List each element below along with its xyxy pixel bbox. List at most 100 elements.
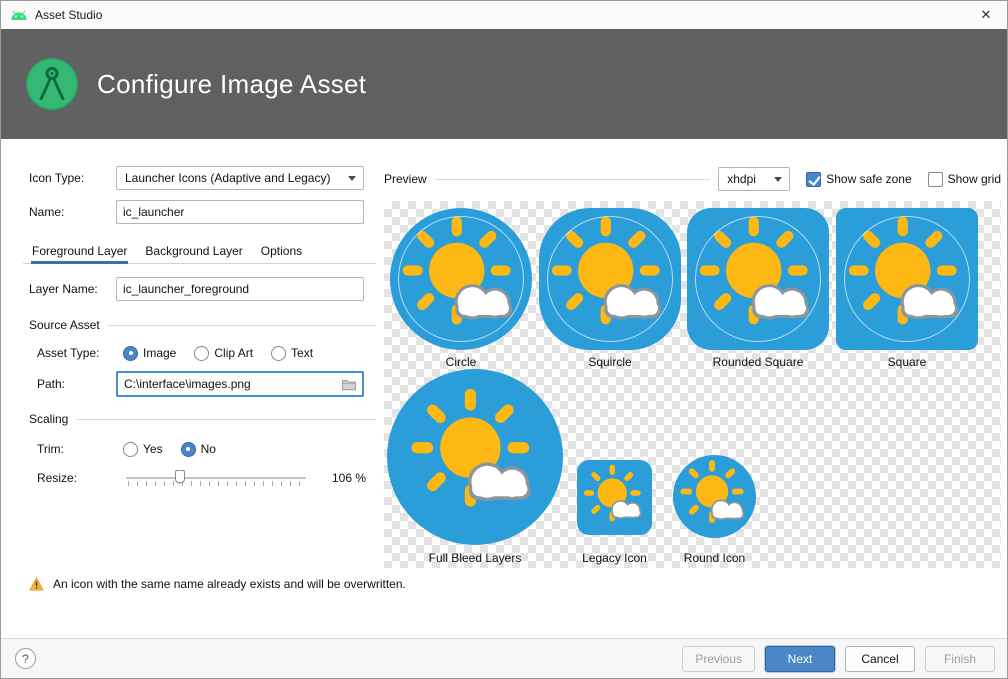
- radio-clip-art[interactable]: Clip Art: [194, 346, 253, 361]
- name-label: Name:: [29, 205, 116, 219]
- tab-label: Background Layer: [145, 244, 242, 258]
- density-dropdown[interactable]: xhdpi: [718, 167, 790, 191]
- tab-options[interactable]: Options: [252, 238, 311, 263]
- layer-name-row: Layer Name:: [29, 277, 376, 301]
- warning-icon: [29, 577, 44, 591]
- preview-item-label: Squircle: [588, 355, 631, 369]
- radio-trim-yes[interactable]: Yes: [123, 442, 163, 457]
- tab-label: Foreground Layer: [32, 244, 127, 258]
- divider: [76, 419, 376, 420]
- folder-icon[interactable]: [341, 378, 357, 391]
- layer-name-input[interactable]: [116, 277, 364, 301]
- radio-label: No: [201, 442, 216, 456]
- tab-background-layer[interactable]: Background Layer: [136, 238, 251, 263]
- preview-item-label: Circle: [446, 355, 477, 369]
- asset-type-label: Asset Type:: [37, 346, 116, 360]
- checkbox-label: Show safe zone: [826, 172, 911, 186]
- finish-button[interactable]: Finish: [925, 646, 995, 672]
- icon-type-value: Launcher Icons (Adaptive and Legacy): [125, 171, 330, 185]
- layer-tabs: Foreground Layer Background Layer Option…: [23, 238, 376, 264]
- slider-track: [126, 477, 306, 479]
- launcher-icon-square: [836, 208, 978, 350]
- trim-label: Trim:: [37, 442, 116, 456]
- checkbox-icon: [928, 172, 943, 187]
- launcher-icon-circle: [387, 369, 563, 545]
- radio-icon: [123, 442, 138, 457]
- asset-type-radio-group: Image Clip Art Text: [123, 346, 313, 361]
- scaling-section-label: Scaling: [29, 412, 68, 426]
- preview-item-label: Full Bleed Layers: [429, 551, 522, 565]
- name-input[interactable]: [116, 200, 364, 224]
- warning-row: An icon with the same name already exist…: [29, 577, 406, 591]
- android-icon: [10, 10, 28, 21]
- warning-text: An icon with the same name already exist…: [53, 577, 406, 591]
- footer-buttons: Previous Next Cancel Finish: [682, 646, 995, 672]
- icon-type-label: Icon Type:: [29, 171, 116, 185]
- previous-button[interactable]: Previous: [682, 646, 755, 672]
- resize-slider[interactable]: [126, 468, 306, 488]
- launcher-icon-rounded-square: [687, 208, 829, 350]
- path-input[interactable]: [124, 373, 337, 395]
- slider-thumb[interactable]: [175, 470, 185, 483]
- preview-panel: Preview xhdpi Show safe zone Show grid C…: [384, 139, 1001, 568]
- asset-studio-window: Asset Studio ✕ Configure Image Asset Ico…: [0, 0, 1008, 679]
- form-panel: Icon Type: Launcher Icons (Adaptive and …: [1, 139, 384, 488]
- preview-item-label: Rounded Square: [713, 355, 804, 369]
- preview-item: Circle: [390, 208, 532, 369]
- trim-row: Trim: Yes No: [29, 439, 376, 459]
- source-asset-section-label: Source Asset: [29, 318, 100, 332]
- show-safe-zone-checkbox[interactable]: Show safe zone: [806, 172, 911, 187]
- titlebar: Asset Studio ✕: [1, 1, 1007, 29]
- path-label: Path:: [37, 377, 116, 391]
- radio-label: Image: [143, 346, 176, 360]
- launcher-icon-squircle: [539, 208, 681, 350]
- radio-text[interactable]: Text: [271, 346, 313, 361]
- launcher-icon-legacy-square: [577, 460, 652, 535]
- radio-icon: [181, 442, 196, 457]
- radio-image[interactable]: Image: [123, 346, 176, 361]
- next-button[interactable]: Next: [765, 646, 835, 672]
- path-field: [116, 371, 364, 397]
- preview-item-label: Round Icon: [684, 551, 745, 565]
- android-studio-logo-icon: [25, 57, 79, 111]
- show-grid-checkbox[interactable]: Show grid: [928, 172, 1001, 187]
- radio-icon: [194, 346, 209, 361]
- footer: ? Previous Next Cancel Finish: [1, 638, 1007, 678]
- chevron-down-icon: [774, 177, 782, 186]
- resize-label: Resize:: [37, 471, 116, 485]
- slider-ticks: [128, 481, 306, 486]
- preview-item: Full Bleed Layers: [387, 369, 563, 565]
- preview-header: Preview xhdpi Show safe zone Show grid: [384, 139, 1001, 191]
- preview-item: Legacy Icon: [577, 460, 652, 565]
- layer-name-label: Layer Name:: [29, 282, 116, 296]
- path-row: Path:: [29, 371, 376, 397]
- preview-title: Preview: [384, 172, 427, 186]
- icon-type-dropdown[interactable]: Launcher Icons (Adaptive and Legacy): [116, 166, 364, 190]
- preview-item-label: Square: [888, 355, 927, 369]
- chevron-down-icon: [348, 176, 356, 185]
- radio-icon: [271, 346, 286, 361]
- scaling-section: Scaling: [29, 411, 376, 427]
- divider: [435, 179, 711, 180]
- resize-row: Resize: 106 %: [29, 468, 376, 488]
- preview-item: Rounded Square: [687, 208, 829, 369]
- cancel-button[interactable]: Cancel: [845, 646, 915, 672]
- tab-foreground-layer[interactable]: Foreground Layer: [23, 238, 136, 263]
- name-row: Name:: [29, 200, 376, 224]
- window-title: Asset Studio: [35, 8, 102, 22]
- radio-label: Clip Art: [214, 346, 253, 360]
- preview-item: Squircle: [539, 208, 681, 369]
- tab-label: Options: [261, 244, 302, 258]
- launcher-icon-circle: [673, 455, 756, 538]
- radio-trim-no[interactable]: No: [181, 442, 216, 457]
- radio-icon: [123, 346, 138, 361]
- preview-canvas: Circle Squircle Rounded Square Square Fu…: [384, 201, 1001, 568]
- checkbox-label: Show grid: [948, 172, 1001, 186]
- radio-label: Text: [291, 346, 313, 360]
- close-icon[interactable]: ✕: [965, 1, 1007, 29]
- help-button[interactable]: ?: [15, 648, 36, 669]
- preview-item: Square: [836, 208, 978, 369]
- density-value: xhdpi: [727, 172, 756, 186]
- preview-item-label: Legacy Icon: [582, 551, 647, 565]
- icon-type-row: Icon Type: Launcher Icons (Adaptive and …: [29, 166, 376, 190]
